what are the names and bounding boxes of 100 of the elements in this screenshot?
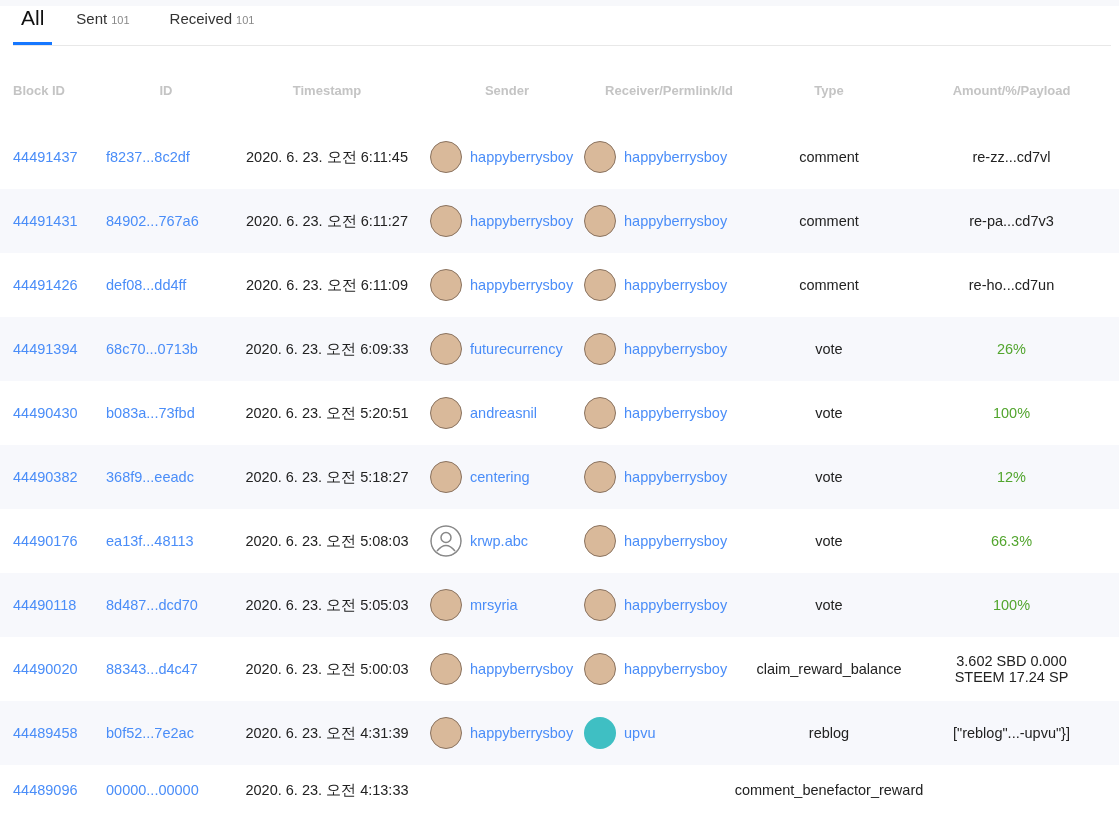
username-link[interactable]: happyberrysboy (624, 661, 728, 677)
transaction-id-link[interactable]: 368f9...eeadc (106, 469, 194, 485)
block-id-link[interactable]: 44491431 (13, 213, 78, 229)
column-header: Sender (484, 83, 530, 98)
username-link[interactable]: happyberrysboy (470, 661, 574, 677)
payload: re-zz...cd7vl (971, 149, 1052, 165)
avatar (430, 333, 462, 365)
username-link[interactable]: upvu (624, 725, 656, 741)
column-header: Receiver/Permlink/Id (605, 83, 733, 98)
username-link[interactable]: happyberrysboy (624, 533, 728, 549)
avatar (430, 205, 462, 237)
block-id-link[interactable]: 44490430 (13, 405, 78, 421)
transaction-id-link[interactable]: 88343...d4c47 (106, 661, 198, 677)
avatar (584, 269, 616, 301)
operation-type: claim_reward_balance (756, 661, 902, 677)
username-link[interactable]: andreasnil (470, 405, 537, 421)
tab[interactable]: Received 101 (161, 6, 263, 45)
column-header: Block ID (13, 83, 65, 98)
transaction-id-link[interactable]: 00000...00000 (106, 782, 199, 798)
username-link[interactable]: futurecurrency (470, 341, 563, 357)
block-id-link[interactable]: 44491437 (13, 149, 78, 165)
operation-type: comment (799, 213, 859, 229)
timestamp: 2020. 6. 23. 오전 6:09:33 (245, 339, 409, 359)
avatar (430, 653, 462, 685)
transaction-id-link[interactable]: def08...dd4ff (106, 277, 187, 293)
username-link[interactable]: happyberrysboy (624, 341, 728, 357)
avatar (584, 717, 616, 749)
block-id-link[interactable]: 44490176 (13, 533, 78, 549)
avatar (430, 397, 462, 429)
avatar (584, 589, 616, 621)
vote-weight: 26% (996, 341, 1027, 357)
username-link[interactable]: happyberrysboy (624, 213, 728, 229)
transaction-id-link[interactable]: f8237...8c2df (106, 149, 190, 165)
operation-type: reblog (808, 725, 850, 741)
avatar (584, 205, 616, 237)
column-header: Amount/%/Payload (952, 83, 1071, 98)
avatar (430, 461, 462, 493)
payload: 3.602 SBD 0.000 STEEM 17.24 SP (953, 653, 1070, 685)
user-silhouette-icon (430, 525, 462, 557)
avatar (584, 525, 616, 557)
transaction-id-link[interactable]: 84902...767a6 (106, 213, 199, 229)
transaction-id-link[interactable]: b0f52...7e2ac (106, 725, 194, 741)
operation-type: vote (815, 533, 843, 549)
transaction-id-link[interactable]: b083a...73fbd (106, 405, 195, 421)
username-link[interactable]: happyberrysboy (624, 149, 728, 165)
block-id-link[interactable]: 44490118 (13, 597, 77, 613)
timestamp: 2020. 6. 23. 오전 5:20:51 (245, 403, 409, 423)
operation-type: comment (799, 149, 859, 165)
operation-type: comment (799, 277, 859, 293)
transaction-id-link[interactable]: 68c70...0713b (106, 341, 198, 357)
username-link[interactable]: happyberrysboy (624, 597, 728, 613)
timestamp: 2020. 6. 23. 오전 5:08:03 (245, 531, 409, 551)
timestamp: 2020. 6. 23. 오전 6:11:45 (246, 147, 408, 167)
operation-type: vote (815, 469, 843, 485)
operation-type: vote (815, 597, 843, 613)
tab[interactable]: All (13, 6, 53, 45)
avatar (584, 141, 616, 173)
username-link[interactable]: happyberrysboy (470, 213, 574, 229)
username-link[interactable]: happyberrysboy (470, 149, 574, 165)
payload: re-pa...cd7v3 (968, 213, 1055, 229)
avatar (430, 269, 462, 301)
transaction-id-link[interactable]: ea13f...48113 (106, 533, 194, 549)
username-link[interactable]: mrsyria (470, 597, 518, 613)
username-link[interactable]: happyberrysboy (624, 277, 728, 293)
username-link[interactable]: centering (470, 469, 530, 485)
avatar (584, 333, 616, 365)
avatar (584, 397, 616, 429)
vote-weight: 100% (991, 597, 1032, 613)
avatar (430, 717, 462, 749)
vote-weight: 66.3% (989, 533, 1034, 549)
column-header: Type (814, 83, 844, 98)
payload: ["reblog"...-upvu"}] (952, 725, 1071, 741)
timestamp: 2020. 6. 23. 오전 5:00:03 (245, 659, 409, 679)
tab[interactable]: Sent 101 (68, 6, 138, 45)
block-id-link[interactable]: 44491394 (13, 341, 78, 357)
block-id-link[interactable]: 44491426 (13, 277, 78, 293)
avatar (430, 141, 462, 173)
timestamp: 2020. 6. 23. 오전 4:31:39 (245, 723, 409, 743)
operation-type: comment_benefactor_reward (734, 782, 924, 798)
username-link[interactable]: happyberrysboy (624, 405, 728, 421)
column-header: Timestamp (292, 83, 362, 98)
username-link[interactable]: happyberrysboy (470, 277, 574, 293)
transaction-id-link[interactable]: 8d487...dcd70 (106, 597, 198, 613)
block-id-link[interactable]: 44489458 (13, 725, 78, 741)
column-header: ID (159, 83, 173, 98)
avatar (430, 589, 462, 621)
block-id-link[interactable]: 44490382 (13, 469, 78, 485)
block-id-link[interactable]: 44489096 (13, 782, 78, 798)
username-link[interactable]: happyberrysboy (624, 469, 728, 485)
username-link[interactable]: krwp.abc (470, 533, 529, 549)
timestamp: 2020. 6. 23. 오전 4:13:33 (245, 780, 409, 800)
avatar (584, 653, 616, 685)
timestamp: 2020. 6. 23. 오전 6:11:09 (246, 275, 408, 295)
vote-weight: 100% (991, 405, 1032, 421)
operation-type: vote (815, 405, 843, 421)
block-id-link[interactable]: 44490020 (13, 661, 78, 677)
timestamp: 2020. 6. 23. 오전 5:18:27 (245, 467, 409, 487)
username-link[interactable]: happyberrysboy (470, 725, 574, 741)
avatar (584, 461, 616, 493)
vote-weight: 12% (996, 469, 1027, 485)
